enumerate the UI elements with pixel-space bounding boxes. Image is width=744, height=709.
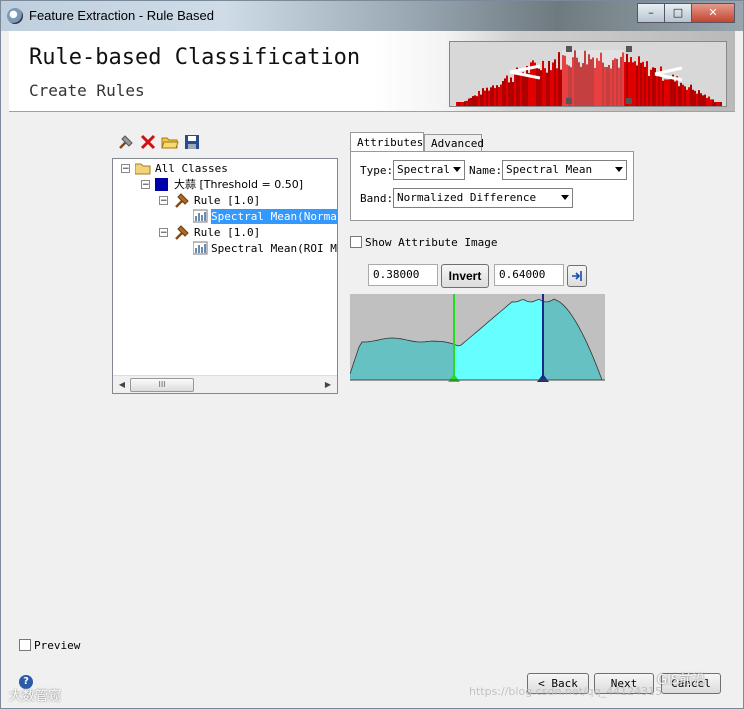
band-select[interactable]: Normalized Difference	[393, 188, 573, 208]
title-bar[interactable]: Feature Extraction - Rule Based – □ ✕	[1, 1, 743, 31]
show-attribute-image-label: Show Attribute Image	[365, 236, 498, 249]
scroll-right-arrow[interactable]: ▶	[321, 378, 335, 391]
rule-toolbar	[117, 133, 205, 151]
feature-extraction-window: Feature Extraction - Rule Based – □ ✕ Ru…	[0, 0, 744, 709]
wizard-header: Rule-based Classification Create Rules	[9, 31, 735, 112]
rule-hammer-icon	[175, 225, 189, 240]
chevron-down-icon	[561, 195, 569, 200]
tree-rule-1[interactable]: Rule [1.0]	[194, 193, 260, 208]
watermark-bottom-left: 大数管窥	[9, 689, 62, 704]
collapse-toggle[interactable]: −	[159, 228, 168, 238]
band-label: Band:	[360, 192, 394, 205]
app-icon	[7, 8, 23, 24]
window-title: Feature Extraction - Rule Based	[29, 8, 214, 23]
type-select-value: Spectral	[397, 163, 450, 176]
tree-rule-2[interactable]: Rule [1.0]	[194, 225, 260, 240]
rule-tree[interactable]: − All Classes − 大蒜 [Threshold = 0.50] − …	[112, 158, 338, 394]
save-icon[interactable]	[183, 133, 201, 151]
name-label: Name:	[469, 164, 503, 177]
horizontal-scrollbar[interactable]: ◀ III ▶	[113, 375, 337, 393]
window-controls: – □ ✕	[637, 3, 735, 23]
preview-checkbox[interactable]	[19, 639, 31, 651]
maximize-button[interactable]: □	[664, 3, 692, 23]
fit-range-icon	[572, 271, 582, 281]
rule-hammer-icon	[175, 193, 189, 208]
name-select-value: Spectral Mean	[506, 163, 593, 176]
folder-icon	[135, 163, 151, 175]
attributes-panel: Type: Spectral Name: Spectral Mean Band:…	[350, 151, 634, 221]
attribute-chart-icon	[193, 209, 208, 223]
tree-root-label[interactable]: All Classes	[155, 161, 228, 176]
tree-class-label[interactable]: 大蒜 [Threshold = 0.50]	[174, 177, 303, 192]
preview-label: Preview	[34, 639, 81, 652]
name-select[interactable]: Spectral Mean	[502, 160, 627, 180]
type-label: Type:	[360, 164, 394, 177]
minimize-button[interactable]: –	[637, 3, 665, 23]
histogram-chart[interactable]	[350, 294, 605, 382]
scroll-thumb[interactable]: III	[130, 378, 194, 392]
attribute-chart-icon	[193, 241, 208, 255]
collapse-toggle[interactable]: −	[121, 164, 130, 174]
tree-attribute-selected[interactable]: Spectral Mean(Normalized Difference)	[211, 209, 337, 224]
invert-button[interactable]: Invert	[441, 264, 489, 288]
threshold-low-input[interactable]: 0.38000	[368, 264, 438, 286]
delete-icon[interactable]	[139, 133, 157, 151]
collapse-toggle[interactable]: −	[141, 180, 150, 190]
class-color-swatch	[155, 178, 168, 191]
close-button[interactable]: ✕	[691, 3, 735, 23]
fit-range-button[interactable]	[567, 265, 587, 287]
watermark-bottom-right: GIS前沿	[657, 673, 706, 688]
scroll-left-arrow[interactable]: ◀	[115, 378, 129, 391]
threshold-high-input[interactable]: 0.64000	[494, 264, 564, 286]
band-select-value: Normalized Difference	[397, 191, 537, 204]
add-rule-icon[interactable]	[117, 133, 135, 151]
collapse-toggle[interactable]: −	[159, 196, 168, 206]
open-folder-icon[interactable]	[161, 133, 179, 151]
type-select[interactable]: Spectral	[393, 160, 465, 180]
page-title: Rule-based Classification	[29, 45, 361, 70]
chevron-down-icon	[615, 167, 623, 172]
tab-advanced[interactable]: Advanced	[424, 134, 484, 152]
tree-attribute-2[interactable]: Spectral Mean(ROI Mask)	[211, 241, 337, 256]
page-subtitle: Create Rules	[29, 81, 145, 100]
tab-attributes[interactable]: Attributes	[350, 132, 424, 152]
header-histogram-graphic	[449, 41, 727, 107]
watermark-url: https://blog.csdn.net/qq_44124315	[469, 685, 663, 698]
chevron-down-icon	[453, 167, 461, 172]
show-attribute-image-checkbox[interactable]	[350, 236, 362, 248]
